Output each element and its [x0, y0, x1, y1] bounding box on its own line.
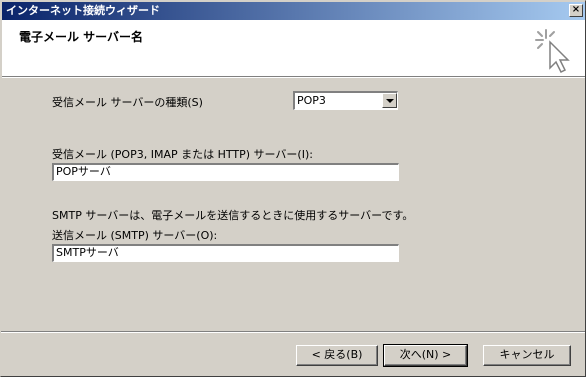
title-bar[interactable]: インターネット接続ウィザード × — [2, 2, 585, 20]
incoming-type-label: 受信メール サーバーの種類(S) — [52, 96, 203, 109]
chevron-down-icon[interactable] — [382, 93, 397, 108]
footer-divider — [1, 331, 585, 333]
incoming-type-select[interactable]: POP3 — [293, 91, 398, 110]
window-title: インターネット接続ウィザード — [6, 4, 160, 17]
cancel-button[interactable]: キャンセル — [483, 345, 571, 366]
wizard-window: インターネット接続ウィザード × 電子メール サーバー名 受信メール サーバーの… — [0, 0, 586, 377]
outgoing-server-label: 送信メール (SMTP) サーバー(O): — [52, 229, 218, 242]
incoming-server-input[interactable]: POPサーバ — [52, 163, 399, 181]
back-button[interactable]: < 戻る(B) — [296, 345, 378, 366]
close-button[interactable]: × — [569, 4, 583, 17]
wizard-header: 電子メール サーバー名 — [2, 20, 585, 78]
wizard-cursor-icon — [535, 29, 570, 74]
incoming-server-label: 受信メール (POP3, IMAP または HTTP) サーバー(I): — [52, 148, 313, 161]
incoming-type-value: POP3 — [297, 94, 326, 107]
page-title: 電子メール サーバー名 — [19, 30, 144, 44]
smtp-description: SMTP サーバーは、電子メールを送信するときに使用するサーバーです。 — [52, 209, 414, 222]
outgoing-server-input[interactable]: SMTPサーバ — [52, 244, 399, 262]
next-button[interactable]: 次へ(N) > — [383, 344, 468, 367]
